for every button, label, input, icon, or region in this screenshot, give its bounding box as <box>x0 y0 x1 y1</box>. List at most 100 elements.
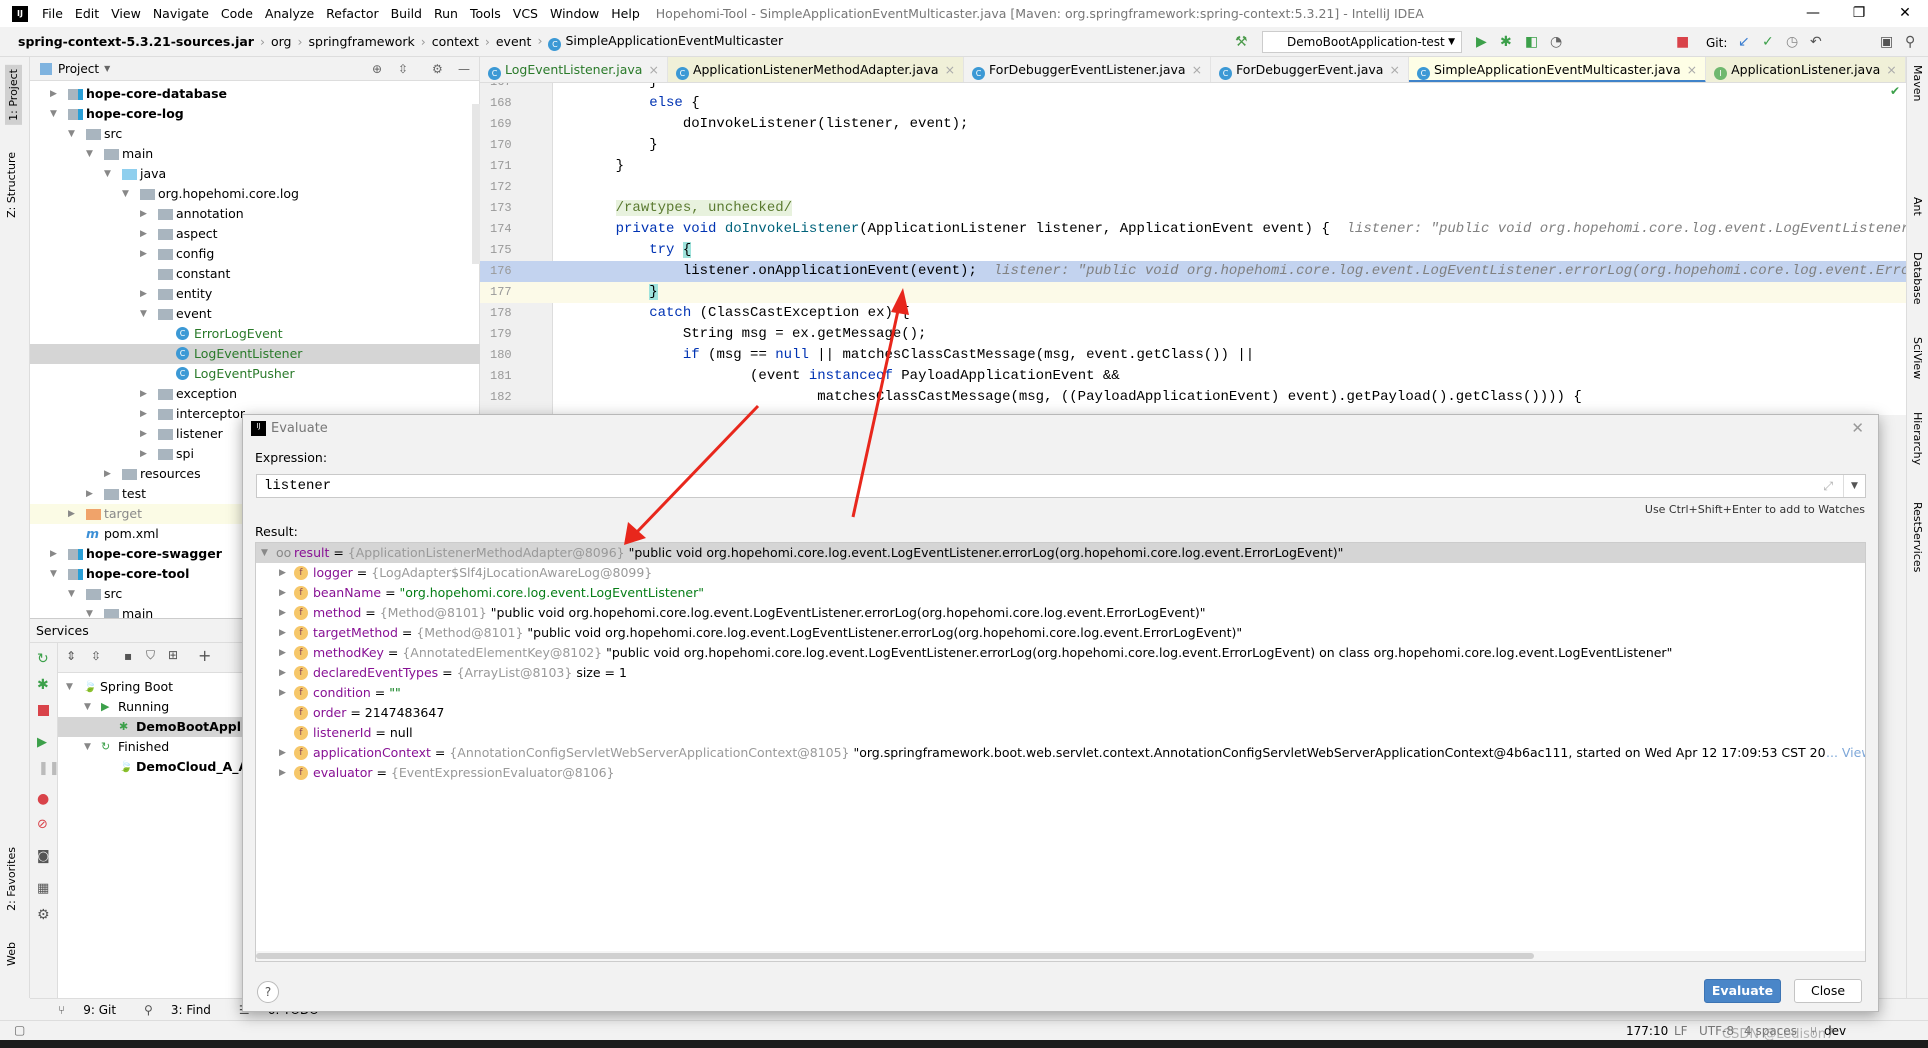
structure-tool-tab[interactable]: Z: Structure <box>5 152 18 218</box>
chevron-down-icon[interactable]: ▼ <box>50 564 57 584</box>
menu-file[interactable]: File <box>36 6 69 21</box>
editor-tab[interactable]: C LogEventListener.java × <box>480 57 668 82</box>
tree-item-hope-core-database[interactable]: ▶ hope-core-database <box>30 84 480 104</box>
service-item[interactable]: ✱ DemoBootApplic <box>58 717 253 737</box>
result-root-row[interactable]: ▼ oo result = {ApplicationListenerMethodAd… <box>256 543 1865 563</box>
breadcrumb-item[interactable]: springframework <box>298 34 421 49</box>
menu-analyze[interactable]: Analyze <box>259 6 320 21</box>
toggle-tool-windows-icon[interactable]: ▢ <box>14 1023 25 1037</box>
mute-breakpoints-icon[interactable]: ⊘ <box>37 817 48 832</box>
expand-icon[interactable]: ⤢ <box>1823 475 1833 497</box>
chevron-right-icon[interactable]: ▶ <box>140 244 147 264</box>
service-item[interactable]: ▼ ↻ Finished <box>58 737 242 757</box>
result-field-row[interactable]: f listenerId = null <box>256 723 1865 743</box>
evaluate-button[interactable]: Evaluate <box>1704 979 1781 1003</box>
git-update-icon[interactable]: ↙ <box>1738 34 1750 50</box>
collapse-all-icon[interactable]: ⇳ <box>398 62 408 76</box>
minimize-button[interactable]: — <box>1790 0 1836 27</box>
editor-tab[interactable]: C ApplicationListenerMethodAdapter.java × <box>667 57 965 82</box>
menu-edit[interactable]: Edit <box>69 6 105 21</box>
chevron-down-icon[interactable]: ▼ <box>50 104 57 124</box>
close-tab-icon[interactable]: × <box>945 62 955 77</box>
editor-tab[interactable]: I ApplicationListener.java × <box>1706 57 1906 82</box>
result-field-row[interactable]: ▶ f beanName = "org.hopehomi.core.log.even… <box>256 583 1865 603</box>
chevron-down-icon[interactable]: ▼ <box>66 677 73 697</box>
close-tab-icon[interactable]: × <box>1192 62 1202 77</box>
line-separator[interactable]: LF <box>1674 1024 1688 1038</box>
tree-item-constant[interactable]: constant <box>30 264 480 284</box>
view-link[interactable]: ... View <box>1826 743 1865 763</box>
close-tab-icon[interactable]: × <box>648 62 658 77</box>
breadcrumb-item[interactable]: CSimpleApplicationEventMulticaster <box>537 33 789 51</box>
bottom-tab[interactable]: ⚲ 3: Find <box>130 1003 211 1017</box>
chevron-down-icon[interactable]: ▼ <box>68 124 75 144</box>
bottom-tab[interactable]: ⑂ 9: Git <box>44 1003 116 1017</box>
breakpoints-icon[interactable]: ● <box>37 791 49 807</box>
tree-item-hope-core-log[interactable]: ▼ hope-core-log <box>30 104 480 124</box>
result-field-row[interactable]: ▶ f methodKey = {AnnotatedElementKey@8102}… <box>256 643 1865 663</box>
tool-tab-ant[interactable]: Ant <box>1911 197 1924 216</box>
tree-item-config[interactable]: ▶ config <box>30 244 480 264</box>
close-tab-icon[interactable]: × <box>1886 62 1896 77</box>
tree-item-entity[interactable]: ▶ entity <box>30 284 480 304</box>
locate-icon[interactable]: ⊕ <box>372 62 382 76</box>
layout-icon[interactable]: ▣ <box>1880 34 1893 50</box>
chevron-down-icon[interactable]: ▼ <box>84 697 91 717</box>
project-view-select[interactable]: Project <box>58 62 99 76</box>
debug-icon[interactable]: ✱ <box>1500 34 1512 50</box>
code-editor[interactable]: 167 }168 else {169 doInvokeListener(list… <box>480 83 1906 415</box>
chevron-right-icon[interactable]: ▶ <box>104 464 111 484</box>
tree-item-main[interactable]: ▼ main <box>30 144 480 164</box>
chevron-right-icon[interactable]: ▶ <box>279 563 286 583</box>
menu-refactor[interactable]: Refactor <box>320 6 384 21</box>
result-field-row[interactable]: ▶ f method = {Method@8101} "public void or… <box>256 603 1865 623</box>
tree-item-event[interactable]: ▼ event <box>30 304 480 324</box>
profile-icon[interactable]: ◔ <box>1550 34 1562 50</box>
breadcrumb-item[interactable]: event <box>485 34 538 49</box>
rerun-icon[interactable]: ↻ <box>37 651 49 667</box>
pause-icon[interactable]: ❚❚ <box>38 761 60 776</box>
menu-help[interactable]: Help <box>605 6 646 21</box>
chevron-right-icon[interactable]: ▶ <box>279 663 286 683</box>
close-button[interactable]: Close <box>1794 979 1862 1003</box>
chevron-right-icon[interactable]: ▶ <box>279 763 286 783</box>
result-field-row[interactable]: ▶ f condition = "" <box>256 683 1865 703</box>
caret-position[interactable]: 177:10 <box>1626 1024 1668 1038</box>
expand-all-icon[interactable]: ⇕ <box>66 649 76 663</box>
scrollbar-thumb[interactable] <box>256 953 1534 959</box>
tool-tab-maven[interactable]: Maven <box>1911 65 1924 101</box>
coverage-icon[interactable]: ◧ <box>1525 34 1538 50</box>
hide-icon[interactable]: — <box>458 62 470 76</box>
chevron-right-icon[interactable]: ▶ <box>68 504 75 524</box>
gear-icon[interactable]: ⚙ <box>37 907 50 923</box>
result-tree[interactable]: ▼ oo result = {ApplicationListenerMethodAd… <box>255 542 1866 962</box>
new-tab-icon[interactable]: ⊞ <box>168 648 178 662</box>
chevron-right-icon[interactable]: ▶ <box>50 544 57 564</box>
camera-icon[interactable]: ◙ <box>37 849 50 864</box>
menu-window[interactable]: Window <box>544 6 605 21</box>
chevron-down-icon[interactable]: ▼ <box>84 737 91 757</box>
dialog-close-icon[interactable]: ✕ <box>1851 419 1864 437</box>
service-item[interactable]: 🍃 DemoCloud_A_Ap <box>58 757 257 777</box>
git-commit-icon[interactable]: ✓ <box>1762 34 1774 50</box>
service-item[interactable]: ▼ 🍃 Spring Boot <box>58 677 242 697</box>
close-tab-icon[interactable]: × <box>1687 62 1697 77</box>
result-field-row[interactable]: ▶ f applicationContext = {AnnotationConfig… <box>256 743 1865 763</box>
expression-input[interactable]: listener ⤢ ▼ <box>256 474 1866 498</box>
chevron-down-icon[interactable]: ▼ <box>104 164 111 184</box>
chevron-right-icon[interactable]: ▶ <box>279 583 286 603</box>
tree-item-aspect[interactable]: ▶ aspect <box>30 224 480 244</box>
chevron-down-icon[interactable]: ▼ <box>261 543 268 563</box>
tree-item-errorlogevent[interactable]: C ErrorLogEvent <box>30 324 480 344</box>
editor-tab[interactable]: C ForDebuggerEvent.java × <box>1211 57 1409 82</box>
history-dropdown-icon[interactable]: ▼ <box>1843 475 1865 497</box>
editor-tab[interactable]: C SimpleApplicationEventMulticaster.java × <box>1408 57 1707 82</box>
stop-icon[interactable]: ■ <box>1676 34 1689 50</box>
project-tool-tab[interactable]: 1: Project <box>5 65 22 125</box>
menu-tools[interactable]: Tools <box>464 6 507 21</box>
menu-run[interactable]: Run <box>428 6 464 21</box>
chevron-right-icon[interactable]: ▶ <box>50 84 57 104</box>
debug-icon[interactable]: ✱ <box>37 677 49 693</box>
breadcrumb-item[interactable]: spring-context-5.3.21-sources.jar <box>18 34 260 49</box>
chevron-right-icon[interactable]: ▶ <box>279 743 286 763</box>
